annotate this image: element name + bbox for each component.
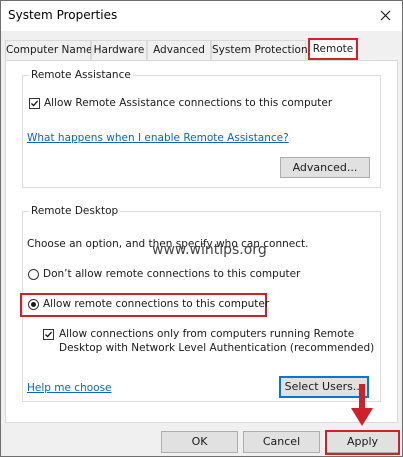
remote-assistance-help-link[interactable]: What happens when I enable Remote Assist… [27,132,289,144]
title-bar: System Properties [1,1,402,31]
window-title: System Properties [8,8,118,22]
radio-selected-dot [31,302,36,307]
remote-desktop-legend: Remote Desktop [31,205,119,217]
remote-assistance-legend: Remote Assistance [31,69,131,81]
tab-remote[interactable]: Remote [308,38,358,60]
tab-system-protection[interactable]: System Protection [211,40,308,60]
close-icon[interactable] [372,3,398,27]
dont-allow-radio[interactable] [28,269,39,280]
allow-label[interactable]: Allow remote connections to this compute… [43,298,269,310]
tab-hardware[interactable]: Hardware [91,40,147,60]
tab-advanced[interactable]: Advanced [147,40,211,60]
help-me-choose-link[interactable]: Help me choose [27,382,112,394]
nla-label-line2[interactable]: Desktop with Network Level Authenticatio… [59,342,374,354]
nla-label-line1[interactable]: Allow connections only from computers ru… [59,328,354,340]
dont-allow-label[interactable]: Don’t allow remote connections to this c… [43,268,300,280]
ok-button[interactable]: OK [161,431,238,453]
watermark-text: www.wintips.org [152,242,267,258]
allow-remote-assistance-checkbox[interactable] [29,98,40,109]
tab-computer-name[interactable]: Computer Name [5,40,93,60]
system-properties-window: System Properties Computer Name Hardware… [0,0,403,457]
down-arrow-icon [351,384,373,426]
apply-highlight [325,430,400,455]
allow-remote-assistance-label[interactable]: Allow Remote Assistance connections to t… [44,97,332,109]
nla-checkbox[interactable] [43,329,54,340]
tab-strip: Computer Name Hardware Advanced System P… [5,38,397,61]
allow-radio[interactable] [28,299,39,310]
advanced-button[interactable]: Advanced... [280,157,370,178]
cancel-button[interactable]: Cancel [243,431,320,453]
